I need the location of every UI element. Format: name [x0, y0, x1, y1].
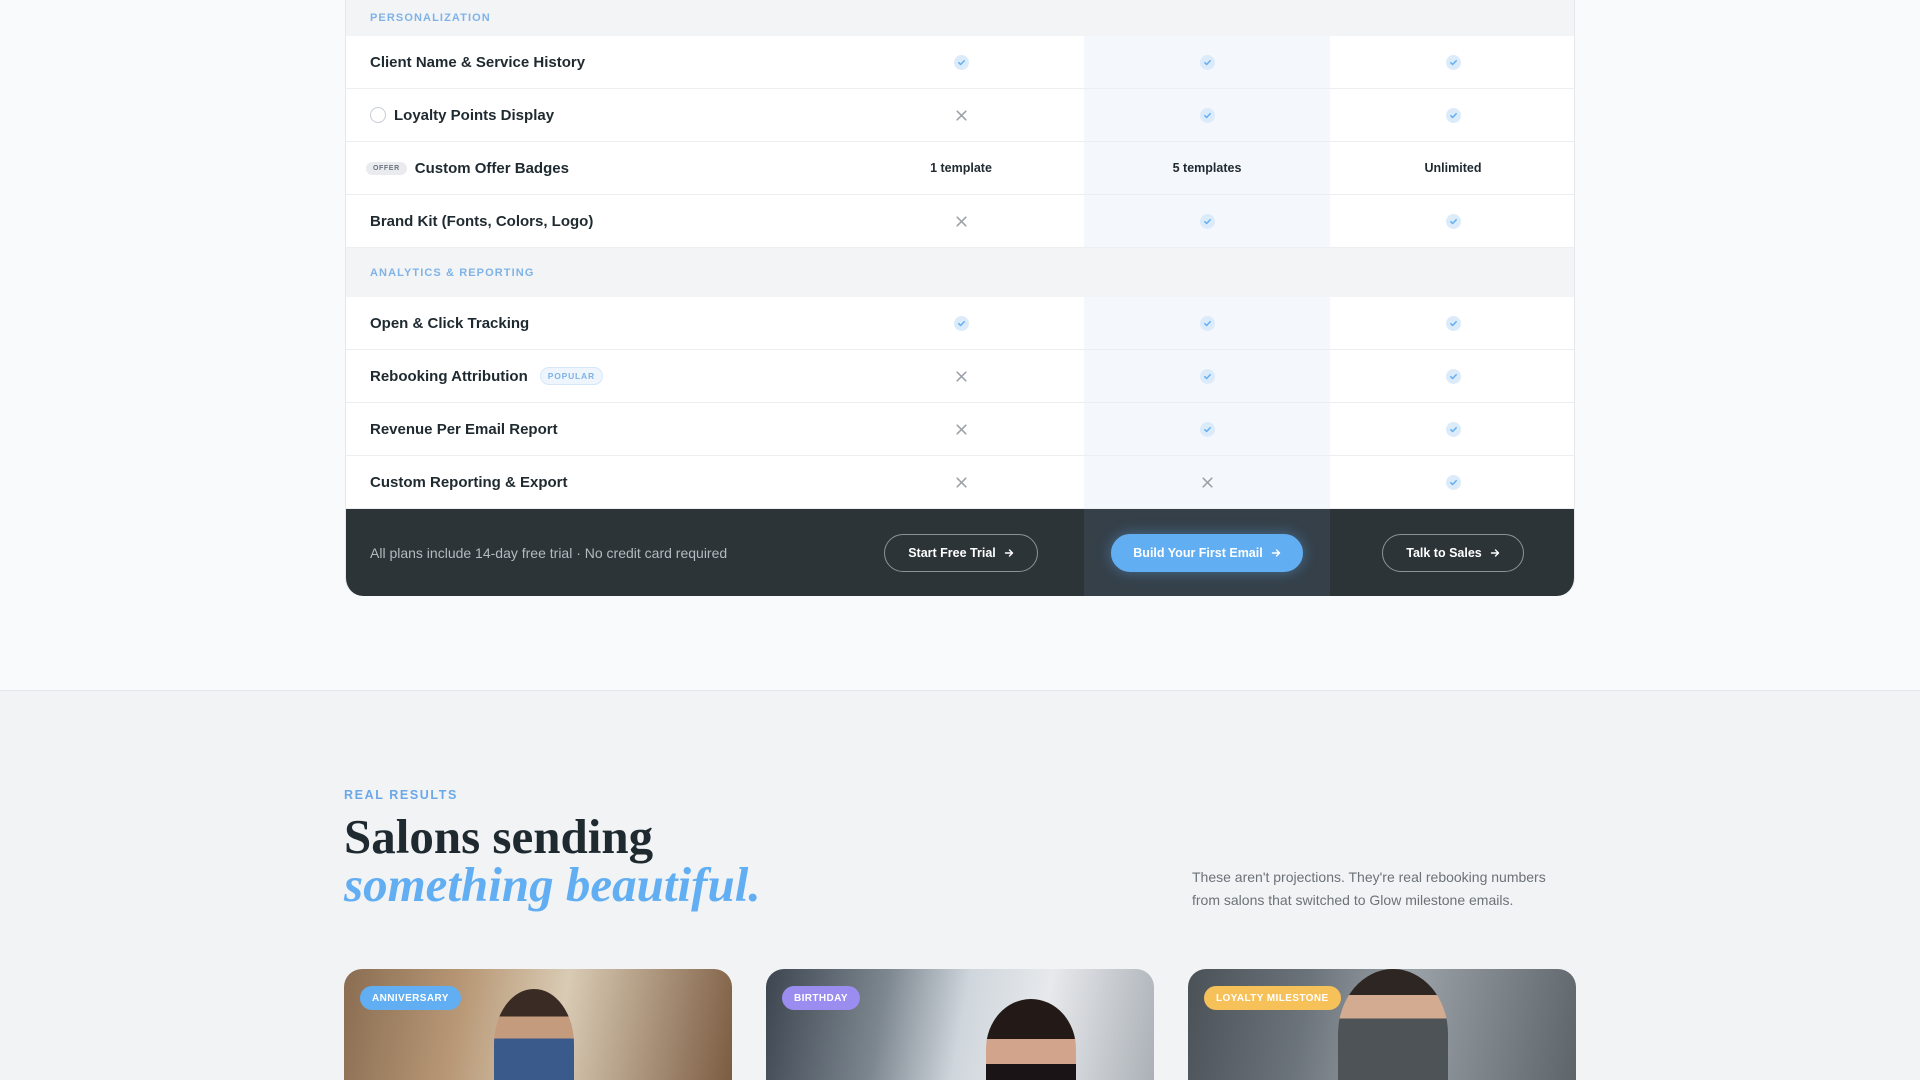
table-footer: All plans include 14-day free trial · No… [346, 509, 1574, 596]
feature-label: Client Name & Service History [370, 53, 586, 71]
plan-value: 5 templates [1172, 161, 1242, 175]
check-icon [1330, 54, 1574, 70]
feature-name: Open & Click Tracking [370, 315, 529, 332]
check-icon [1330, 107, 1574, 123]
result-card-anniversary[interactable]: ANNIVERSARY [344, 969, 732, 1080]
feature-name: Rebooking Attribution POPULAR [370, 367, 603, 385]
salon-photo [1338, 969, 1448, 1080]
feature-label: Custom Offer Badges [414, 159, 569, 177]
arrow-right-icon [1271, 549, 1280, 557]
check-icon [1330, 368, 1574, 384]
headline-line-2: something beautiful. [344, 857, 761, 912]
start-free-trial-button[interactable]: Start Free Trial [884, 534, 1038, 572]
feature-name: Brand Kit (Fonts, Colors, Logo) [370, 213, 593, 230]
table-row: OFFER Custom Offer Badges 1 template 5 te… [346, 142, 1574, 195]
cross-icon [838, 370, 1084, 383]
section-header-personalization: PERSONALIZATION [346, 0, 1574, 36]
cross-icon [1084, 476, 1330, 489]
button-label: Talk to Sales [1406, 546, 1482, 560]
popular-tag: POPULAR [539, 367, 603, 385]
cross-icon [838, 423, 1084, 436]
check-icon [838, 54, 1084, 70]
talk-to-sales-button[interactable]: Talk to Sales [1382, 534, 1524, 572]
table-row: Client Name & Service History [346, 36, 1574, 89]
table-row: Revenue Per Email Report [346, 403, 1574, 456]
feature-label: Brand Kit (Fonts, Colors, Logo) [370, 212, 594, 230]
result-card-loyalty-milestone[interactable]: LOYALTY MILESTONE [1188, 969, 1576, 1080]
table-row: Open & Click Tracking [346, 297, 1574, 350]
results-headline: Salons sending something beautiful. [344, 812, 761, 912]
results-eyebrow: REAL RESULTS [344, 788, 458, 802]
headline-line-1: Salons sending [344, 809, 654, 864]
feature-label: Revenue Per Email Report [370, 420, 558, 438]
check-icon [1084, 421, 1330, 437]
feature-label: Custom Reporting & Export [370, 473, 568, 491]
feature-name: Custom Reporting & Export [370, 474, 568, 491]
check-icon [1084, 213, 1330, 229]
feature-label: Open & Click Tracking [370, 314, 530, 332]
table-row: Loyalty Points Display [346, 89, 1574, 142]
feature-name: Revenue Per Email Report [370, 421, 558, 438]
button-label: Build Your First Email [1133, 546, 1263, 560]
cross-icon [838, 215, 1084, 228]
cross-icon [838, 109, 1084, 122]
card-badge: ANNIVERSARY [360, 986, 461, 1010]
check-icon [1330, 474, 1574, 490]
results-intro: These aren't projections. They're real r… [1192, 869, 1546, 908]
build-first-email-button[interactable]: Build Your First Email [1111, 534, 1303, 572]
check-icon [1084, 315, 1330, 331]
check-icon [1084, 107, 1330, 123]
check-icon [1330, 315, 1574, 331]
plan-value: Unlimited [1424, 161, 1482, 175]
section-header-analytics: ANALYTICS & REPORTING [346, 248, 1574, 297]
section-label: PERSONALIZATION [370, 12, 491, 24]
cross-icon [838, 476, 1084, 489]
salon-photo [986, 999, 1076, 1080]
check-icon [1084, 368, 1330, 384]
result-card-birthday[interactable]: BIRTHDAY [766, 969, 1154, 1080]
plan-value: 1 template [930, 161, 992, 175]
circle-icon [370, 107, 386, 123]
feature-name: Client Name & Service History [370, 54, 585, 71]
check-icon [1084, 54, 1330, 70]
card-badge: BIRTHDAY [782, 986, 860, 1010]
feature-label: Rebooking Attribution [370, 367, 528, 385]
feature-comparison-table: PERSONALIZATION Client Name & Service Hi… [345, 0, 1575, 596]
trial-note: All plans include 14-day free trial · No… [370, 544, 728, 561]
section-label: ANALYTICS & REPORTING [370, 266, 535, 279]
arrow-right-icon [1490, 549, 1499, 557]
check-icon [1330, 213, 1574, 229]
offer-chip: OFFER [366, 161, 407, 175]
salon-photo [494, 989, 574, 1080]
button-label: Start Free Trial [908, 546, 996, 560]
results-section: REAL RESULTS Salons sending something be… [0, 691, 1920, 1080]
check-icon [838, 315, 1084, 331]
table-row: Brand Kit (Fonts, Colors, Logo) [346, 195, 1574, 248]
check-icon [1330, 421, 1574, 437]
feature-label: Loyalty Points Display [394, 106, 555, 124]
table-row: Rebooking Attribution POPULAR [346, 350, 1574, 403]
feature-name: OFFER Custom Offer Badges [366, 159, 569, 177]
arrow-right-icon [1004, 549, 1013, 557]
feature-name: Loyalty Points Display [370, 107, 554, 124]
card-badge: LOYALTY MILESTONE [1204, 986, 1341, 1010]
table-row: Custom Reporting & Export [346, 456, 1574, 509]
